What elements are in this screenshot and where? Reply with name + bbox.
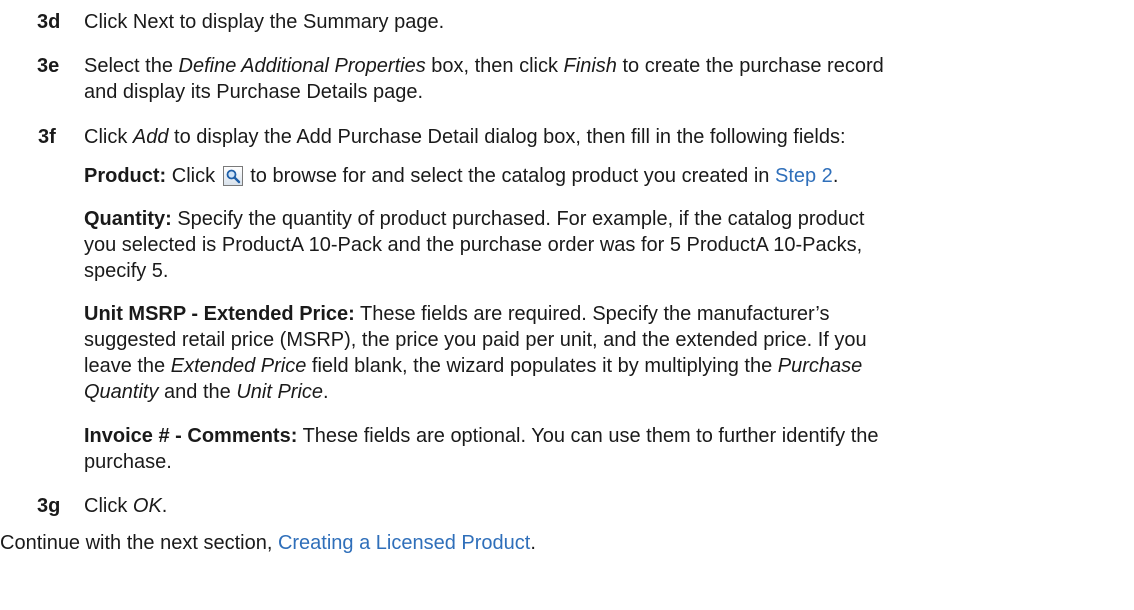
continue-text: Continue with the next section, Creating…: [0, 531, 536, 555]
ui-term: Unit Price: [236, 381, 324, 403]
step-number: 3e: [37, 55, 60, 77]
text-run: box, then click: [425, 55, 564, 77]
text-run: Click: [84, 126, 133, 148]
ui-term: Finish: [563, 55, 617, 77]
ui-term: Extended Price: [170, 355, 307, 377]
ui-term: OK: [132, 495, 162, 517]
text-run: .: [832, 165, 839, 187]
text-run: field blank, the wizard populates it by …: [306, 355, 778, 377]
step-text: Click OK.: [84, 494, 167, 518]
text-run: to display the Add Purchase Detail dialo…: [168, 126, 846, 148]
ui-term: Quantity: [84, 381, 159, 403]
text-run: Specify the quantity of product purchase…: [171, 208, 865, 230]
step-2-link[interactable]: Step 2: [775, 165, 833, 187]
text-run: to create the purchase record: [616, 55, 884, 77]
field-label: Invoice # - Comments:: [84, 425, 298, 447]
text-run: .: [530, 532, 536, 554]
step-text-continued: and display its Purchase Details page.: [84, 81, 424, 103]
text-line: specify 5.: [84, 260, 169, 282]
text-run: These fields are optional. You can use t…: [297, 425, 879, 447]
text-line: Quantity and the Unit Price.: [84, 380, 329, 404]
field-unit-price: Unit MSRP - Extended Price: These fields…: [84, 302, 830, 326]
search-icon[interactable]: [222, 166, 243, 186]
field-label: Quantity:: [84, 208, 172, 230]
step-number: 3g: [37, 495, 61, 517]
text-line: suggested retail price (MSRP), the price…: [84, 329, 867, 351]
text-run: and the: [158, 381, 237, 403]
text-line: you selected is ProductA 10-Pack and the…: [84, 234, 863, 256]
field-quantity: Quantity: Specify the quantity of produc…: [84, 207, 864, 231]
field-product: Product: Click to browse for and select …: [84, 164, 838, 188]
ui-term: Add: [132, 126, 169, 148]
text-line: purchase.: [84, 451, 172, 473]
step-text: Click Add to display the Add Purchase De…: [84, 125, 846, 149]
field-label: Product:: [84, 165, 167, 187]
text-run: Click: [166, 165, 221, 187]
creating-licensed-product-link[interactable]: Creating a Licensed Product: [278, 532, 530, 554]
field-invoice: Invoice # - Comments: These fields are o…: [84, 424, 879, 448]
step-number: 3f: [38, 126, 56, 148]
text-line: leave the Extended Price field blank, th…: [84, 354, 862, 378]
text-run: Select the: [84, 55, 179, 77]
text-run: .: [323, 381, 329, 403]
text-run: These fields are required. Specify the m…: [354, 303, 830, 325]
ui-term: Purchase: [777, 355, 863, 377]
ui-term: Define Additional Properties: [178, 55, 426, 77]
step-number: 3d: [37, 11, 61, 33]
text-run: Continue with the next section,: [0, 532, 278, 554]
document-page: 3d Click Next to display the Summary pag…: [0, 0, 1134, 610]
text-run: Click: [84, 495, 133, 517]
field-label: Unit MSRP - Extended Price:: [84, 303, 355, 325]
text-run: .: [161, 495, 168, 517]
step-text: Select the Define Additional Properties …: [84, 54, 884, 78]
text-run: leave the: [84, 355, 171, 377]
step-text: Click Next to display the Summary page.: [84, 11, 445, 33]
text-run: to browse for and select the catalog pro…: [244, 165, 775, 187]
